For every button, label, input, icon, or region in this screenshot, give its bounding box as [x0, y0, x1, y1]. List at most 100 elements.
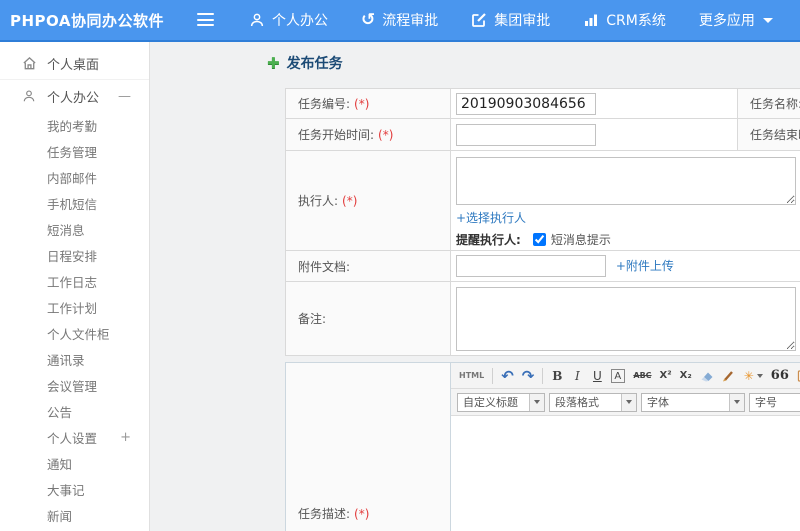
sidebar-item-my-attendance[interactable]: 我的考勤	[0, 112, 149, 138]
sidebar-item-personal-files[interactable]: 个人文件柜	[0, 320, 149, 346]
text-style-button[interactable]: A	[611, 368, 626, 383]
sidebar-item-announcement[interactable]: 公告	[0, 398, 149, 424]
font-size-select[interactable]: 字号	[749, 392, 800, 412]
sidebar-item-internal-mail[interactable]: 内部邮件	[0, 164, 149, 190]
remind-executor-label: 提醒执行人:	[456, 233, 521, 247]
start-time-input[interactable]	[456, 123, 596, 146]
executor-textarea[interactable]	[456, 157, 796, 205]
remark-label: 备注:	[298, 312, 327, 326]
nav-group-approval[interactable]: 集团审批	[471, 10, 550, 30]
sidebar-item-personal-settings[interactable]: 个人设置 +	[0, 424, 149, 450]
sidebar-item-short-message[interactable]: 短消息	[0, 216, 149, 242]
sidebar-item-schedule[interactable]: 日程安排	[0, 242, 149, 268]
nav-crm-system[interactable]: CRM系统	[583, 10, 666, 30]
publish-task-form: 任务编号:(*) 任务名称:(*) 任务开始时间:(*) 任务结束时间:(*) …	[285, 88, 800, 531]
table-row: 任务描述: (*) HTML ↶ ↷ B I U A ABC X² X₂ ✳ 6…	[285, 362, 800, 531]
nav-personal-office[interactable]: 个人办公	[249, 10, 328, 30]
strikethrough-button[interactable]: ABC	[630, 366, 654, 386]
attachment-upload-link[interactable]: +附件上传	[616, 259, 674, 273]
required-mark: (*)	[354, 97, 370, 111]
caret-down-icon	[762, 17, 773, 23]
sms-remind-checkbox[interactable]	[532, 233, 546, 246]
underline-button[interactable]: U	[588, 366, 606, 386]
table-row: 任务开始时间:(*) 任务结束时间:(*)	[285, 118, 800, 151]
italic-button[interactable]: I	[568, 366, 586, 386]
html-source-button[interactable]: HTML	[456, 366, 487, 386]
edit-icon	[471, 12, 487, 28]
start-time-label: 任务开始时间:	[298, 128, 375, 142]
table-row: 任务编号:(*) 任务名称:(*)	[285, 88, 800, 119]
task-name-label: 任务名称:	[750, 97, 800, 111]
task-form-table: 任务编号:(*) 任务名称:(*) 任务开始时间:(*) 任务结束时间:(*) …	[285, 88, 800, 356]
paragraph-format-select[interactable]: 段落格式	[549, 392, 637, 412]
editor-toolbar-row1: HTML ↶ ↷ B I U A ABC X² X₂ ✳ 66	[451, 363, 800, 389]
sidebar-item-mobile-sms[interactable]: 手机短信	[0, 190, 149, 216]
bold-button[interactable]: B	[548, 366, 566, 386]
caret-down-icon	[729, 393, 744, 411]
sidebar-item-personal-desktop[interactable]: 个人桌面	[0, 48, 149, 80]
hamburger-menu-icon[interactable]	[196, 13, 216, 27]
table-row: 备注:	[285, 281, 800, 356]
end-time-label: 任务结束时间:	[750, 128, 800, 142]
task-no-label: 任务编号:	[298, 97, 351, 111]
task-description-table: 任务描述: (*) HTML ↶ ↷ B I U A ABC X² X₂ ✳ 6…	[285, 362, 800, 531]
sidebar-item-personal-office[interactable]: 个人办公 —	[0, 80, 149, 112]
attachment-label: 附件文档:	[298, 259, 351, 274]
expand-icon[interactable]: +	[120, 430, 131, 445]
caret-down-icon	[756, 373, 763, 378]
home-icon	[22, 56, 38, 71]
caret-down-icon	[621, 393, 636, 411]
nav-process-approval[interactable]: ↺ 流程审批	[361, 10, 438, 30]
choose-executor-link[interactable]: +选择执行人	[456, 211, 526, 225]
user-icon	[22, 89, 38, 103]
custom-title-select[interactable]: 自定义标题	[457, 392, 545, 412]
format-painter-button[interactable]: ✳	[741, 366, 766, 386]
required-mark: (*)	[342, 194, 358, 208]
top-navbar: PHPOA协同办公软件 个人办公 ↺ 流程审批 集团审批 CRM系统 更多应用	[0, 0, 800, 42]
attachment-input[interactable]	[456, 255, 606, 277]
task-no-input[interactable]	[456, 92, 596, 115]
chart-icon	[583, 12, 599, 28]
required-mark: (*)	[354, 506, 370, 521]
sidebar-item-meeting-management[interactable]: 会议管理	[0, 372, 149, 398]
wand-icon: ✳	[743, 368, 754, 383]
process-icon: ↺	[361, 9, 376, 30]
plus-icon: ✚	[267, 54, 280, 72]
font-family-select[interactable]: 字体	[641, 392, 745, 412]
sidebar-item-notice[interactable]: 通知	[0, 450, 149, 476]
sidebar-item-work-plan[interactable]: 工作计划	[0, 294, 149, 320]
page-title: ✚ 发布任务	[267, 54, 343, 72]
nav-label: 流程审批	[382, 13, 439, 29]
nav-label: CRM系统	[606, 13, 666, 29]
editor-content-area[interactable]	[451, 416, 800, 531]
nav-more-apps[interactable]: 更多应用	[699, 10, 773, 30]
sidebar: 个人桌面 个人办公 — 我的考勤 任务管理 内部邮件 手机短信 短消息 日程安排…	[0, 42, 150, 531]
sidebar-item-major-events[interactable]: 大事记	[0, 476, 149, 502]
user-icon	[249, 12, 265, 28]
sidebar-item-task-management[interactable]: 任务管理	[0, 138, 149, 164]
redo-button[interactable]: ↷	[519, 366, 538, 386]
eraser-icon[interactable]	[697, 366, 717, 386]
sidebar-item-work-log[interactable]: 工作日志	[0, 268, 149, 294]
brush-icon[interactable]	[719, 366, 739, 386]
nav-label: 个人办公	[272, 13, 328, 29]
remark-textarea[interactable]	[456, 286, 796, 351]
app-logo[interactable]: PHPOA协同办公软件	[10, 10, 164, 31]
sidebar-item-news[interactable]: 新闻	[0, 502, 149, 528]
required-mark: (*)	[378, 128, 394, 142]
superscript-button[interactable]: X²	[657, 366, 675, 386]
task-desc-label: 任务描述:	[298, 506, 351, 521]
caret-down-icon	[529, 393, 544, 411]
table-row: 执行人: (*) +选择执行人 提醒执行人: 短消息提示	[285, 150, 800, 251]
table-row: 附件文档: +附件上传	[285, 250, 800, 282]
blockquote-button[interactable]: 66	[768, 366, 792, 386]
nav-label: 集团审批	[494, 13, 551, 29]
sms-remind-label: 短消息提示	[550, 233, 611, 247]
rich-text-editor: HTML ↶ ↷ B I U A ABC X² X₂ ✳ 66 自定义标题 段落…	[450, 362, 800, 531]
paste-text-icon[interactable]: T	[794, 366, 800, 386]
undo-button[interactable]: ↶	[498, 366, 517, 386]
collapse-icon[interactable]: —	[118, 89, 131, 104]
editor-toolbar-row2: 自定义标题 段落格式 字体 字号	[451, 389, 800, 416]
sidebar-item-contacts[interactable]: 通讯录	[0, 346, 149, 372]
subscript-button[interactable]: X₂	[677, 366, 695, 386]
